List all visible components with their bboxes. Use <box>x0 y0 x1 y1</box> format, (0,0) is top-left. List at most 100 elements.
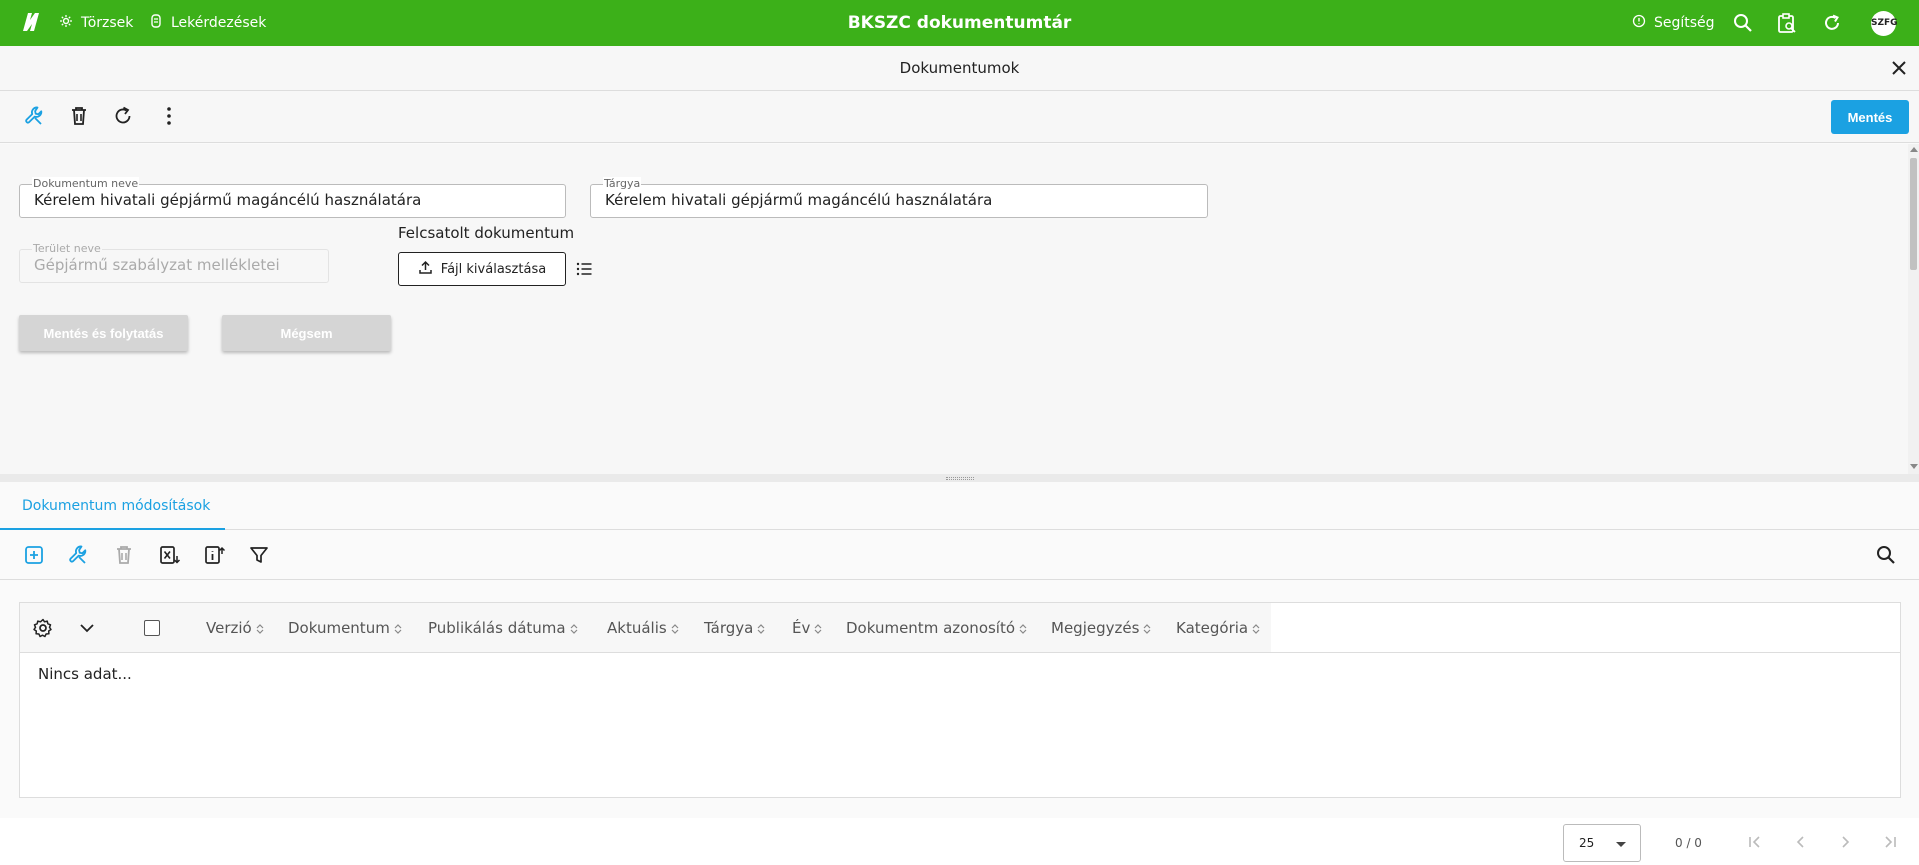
filter-icon[interactable] <box>247 543 271 567</box>
sort-icon <box>1252 623 1260 634</box>
sort-icon <box>394 623 402 634</box>
file-select-button[interactable]: Fájl kiválasztása <box>398 252 566 286</box>
grid-header-filler <box>1271 603 1900 653</box>
tab-bar: Dokumentum módosítások <box>0 482 1919 530</box>
subject-value: Kérelem hivatali gépjármű magáncélú hasz… <box>605 191 993 209</box>
excel-export-icon[interactable] <box>157 543 181 567</box>
sort-icon <box>256 623 264 634</box>
prev-page-icon[interactable] <box>1792 833 1810 851</box>
sort-icon <box>757 623 765 634</box>
file-select-label: Fájl kiválasztása <box>440 261 547 277</box>
area-name-label: Terület neve <box>32 242 102 256</box>
save-continue-button[interactable]: Mentés és folytatás <box>19 315 188 351</box>
col-publikalas-label: Publikálás dátuma <box>428 619 566 637</box>
sort-icon <box>1019 623 1027 634</box>
form-scrollbar[interactable] <box>1908 144 1919 474</box>
doc-name-field[interactable]: Dokumentum neve Kérelem hivatali gépjárm… <box>19 177 566 218</box>
pane-splitter[interactable] <box>0 474 1919 482</box>
col-verzio[interactable]: Verzió <box>206 603 264 653</box>
col-kategoria-label: Kategória <box>1176 619 1249 637</box>
doc-name-label: Dokumentum neve <box>32 177 140 191</box>
page-size-value: 25 <box>1579 836 1595 850</box>
scroll-thumb[interactable] <box>1910 158 1917 270</box>
torzsek-icon <box>59 14 73 32</box>
page-info: 0 / 0 <box>1675 836 1702 850</box>
splitter-grip[interactable] <box>946 477 974 480</box>
col-aktualis[interactable]: Aktuális <box>607 603 679 653</box>
delete-trash-icon[interactable] <box>112 543 136 567</box>
next-page-icon[interactable] <box>1836 833 1854 851</box>
pager: 25 0 / 0 <box>0 818 1919 865</box>
col-azonosito-label: Dokumentm azonosító <box>846 619 1016 637</box>
avatar[interactable]: SZFG <box>1871 11 1898 36</box>
app-topbar: Törzsek Lekérdezések BKSZC dokumentumtár… <box>0 0 1919 46</box>
refresh-icon[interactable] <box>1821 12 1843 34</box>
nav-lekerdezesek-label: Lekérdezések <box>171 15 267 31</box>
record-toolbar <box>0 91 1919 143</box>
edit-wrench-icon[interactable] <box>67 543 91 567</box>
col-dokumentum-label: Dokumentum <box>288 619 390 637</box>
col-targya[interactable]: Tárgya <box>704 603 765 653</box>
nav-torzsek[interactable]: Törzsek <box>59 0 133 46</box>
close-icon[interactable] <box>1890 59 1908 77</box>
grid-toolbar <box>0 530 1919 580</box>
col-dokumentum[interactable]: Dokumentum <box>288 603 402 653</box>
caret-down-icon <box>1616 842 1626 847</box>
wrench-icon[interactable] <box>23 104 47 128</box>
sort-icon <box>671 623 679 634</box>
col-ev-label: Év <box>792 619 811 637</box>
grid-search-icon[interactable] <box>1874 543 1898 567</box>
scroll-down-arrow[interactable] <box>1910 464 1918 469</box>
col-verzio-label: Verzió <box>206 619 252 637</box>
search-icon[interactable] <box>1732 12 1754 34</box>
sort-icon <box>814 623 822 634</box>
grid-header: Verzió Dokumentum Publikálás dátuma Aktu… <box>20 603 1271 653</box>
help-link[interactable]: Segítség <box>1632 0 1715 46</box>
list-icon[interactable] <box>574 259 594 279</box>
page-size-select[interactable]: 25 <box>1563 824 1641 862</box>
last-page-icon[interactable] <box>1881 833 1899 851</box>
lekerdezesek-icon <box>149 14 163 32</box>
col-megjegyzes-label: Megjegyzés <box>1051 619 1140 637</box>
col-dokumentm-azonosito[interactable]: Dokumentm azonosító <box>846 603 1027 653</box>
chevron-down-icon[interactable] <box>75 616 99 640</box>
data-grid: Verzió Dokumentum Publikálás dátuma Aktu… <box>19 602 1901 798</box>
scroll-up-arrow[interactable] <box>1910 147 1918 152</box>
select-all-checkbox[interactable] <box>144 620 160 636</box>
sort-icon <box>570 623 578 634</box>
col-kategoria[interactable]: Kategória <box>1176 603 1260 653</box>
reload-icon[interactable] <box>111 104 135 128</box>
save-button[interactable]: Mentés <box>1831 100 1909 134</box>
logo-icon[interactable] <box>20 11 40 33</box>
first-page-icon[interactable] <box>1746 833 1764 851</box>
empty-message: Nincs adat... <box>38 665 132 683</box>
col-targya-label: Tárgya <box>704 619 754 637</box>
area-name-field: Terület neve Gépjármű szabályzat mellékl… <box>19 242 329 283</box>
col-megjegyzes[interactable]: Megjegyzés <box>1051 603 1151 653</box>
more-vert-icon[interactable] <box>157 104 181 128</box>
tab-dokumentum-modositasok[interactable]: Dokumentum módosítások <box>0 482 225 530</box>
col-publikalas-datuma[interactable]: Publikálás dátuma <box>428 603 578 653</box>
doc-name-value: Kérelem hivatali gépjármű magáncélú hasz… <box>34 191 422 209</box>
nav-lekerdezesek[interactable]: Lekérdezések <box>149 0 266 46</box>
add-icon[interactable] <box>22 543 46 567</box>
panel-title: Dokumentumok <box>899 59 1020 77</box>
col-ev[interactable]: Év <box>792 603 822 653</box>
trash-icon[interactable] <box>67 104 91 128</box>
clipboard-search-icon[interactable] <box>1776 12 1798 34</box>
subject-label: Tárgya <box>603 177 642 191</box>
subject-field[interactable]: Tárgya Kérelem hivatali gépjármű magáncé… <box>590 177 1208 218</box>
area-name-value: Gépjármű szabályzat mellékletei <box>34 256 280 274</box>
settings-icon[interactable] <box>31 616 55 640</box>
sort-icon <box>1143 623 1151 634</box>
panel-header: Dokumentumok <box>0 46 1919 91</box>
info-export-icon[interactable] <box>202 543 226 567</box>
col-aktualis-label: Aktuális <box>607 619 667 637</box>
help-label: Segítség <box>1654 15 1715 31</box>
upload-icon <box>418 260 433 279</box>
nav-torzsek-label: Törzsek <box>81 15 134 31</box>
help-icon <box>1632 14 1646 32</box>
attached-doc-label: Felcsatolt dokumentum <box>398 224 575 242</box>
form-area: Dokumentum neve Kérelem hivatali gépjárm… <box>0 144 1908 474</box>
cancel-button[interactable]: Mégsem <box>222 315 391 351</box>
